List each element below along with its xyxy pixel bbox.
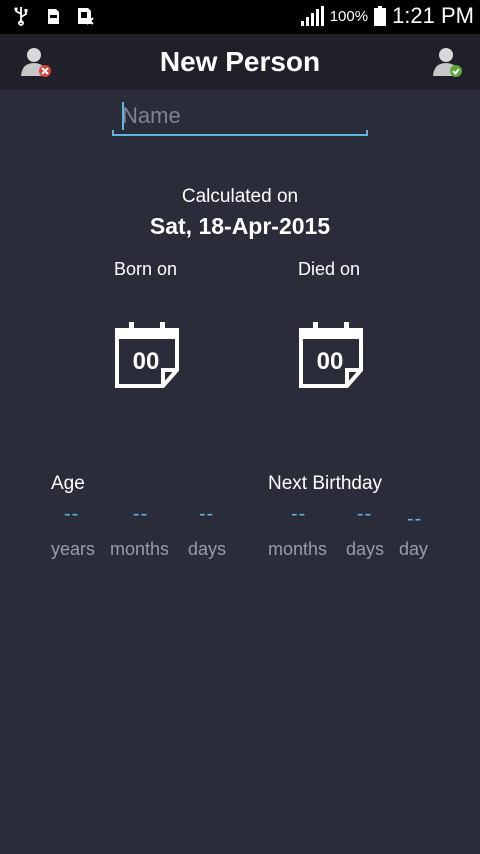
battery-percent: 100% [329, 7, 369, 25]
died-date-picker-button[interactable]: 00 [298, 320, 366, 390]
name-field-container [112, 98, 368, 138]
clock: 1:21 PM [392, 3, 474, 28]
age-years-value: -- [64, 503, 80, 525]
died-calendar-value: 00 [316, 348, 344, 375]
next-birthday-day-value: -- [407, 508, 423, 530]
sim-card-icon [78, 8, 94, 25]
name-underline [112, 130, 368, 136]
age-months-unit: months [110, 539, 170, 559]
age-months-value: -- [133, 503, 149, 525]
next-birthday-days-unit: days [346, 539, 385, 559]
save-person-icon[interactable] [428, 44, 464, 80]
usb-icon [14, 7, 28, 26]
status-bar-notifications [12, 6, 94, 26]
age-days-unit: days [188, 539, 227, 559]
age-days-value: -- [199, 503, 215, 525]
next-birthday-days-value: -- [357, 503, 373, 525]
battery-icon [374, 6, 387, 26]
next-birthday-months-unit: months [268, 539, 328, 559]
age-label: Age [51, 473, 85, 494]
next-birthday-day-unit: day [399, 539, 429, 559]
born-calendar-value: 00 [132, 348, 160, 375]
action-bar: New Person [0, 34, 480, 90]
signal-icon [300, 6, 324, 26]
text-cursor [122, 102, 124, 130]
status-bar-system: 100% 1:21 PM [300, 3, 474, 29]
age-years-unit: years [51, 539, 96, 559]
born-date-picker-button[interactable]: 00 [114, 320, 182, 390]
died-on-label: Died on [298, 259, 361, 279]
calculated-on-label: Calculated on [181, 186, 299, 207]
calculated-on-date[interactable]: Sat, 18-Apr-2015 [0, 213, 480, 240]
status-bar: 100% 1:21 PM [0, 0, 480, 34]
sd-card-icon [48, 9, 59, 24]
page-title: New Person [159, 46, 321, 77]
next-birthday-months-value: -- [291, 503, 307, 525]
name-input[interactable] [112, 98, 368, 134]
next-birthday-label: Next Birthday [268, 473, 383, 494]
born-on-label: Born on [114, 259, 178, 279]
